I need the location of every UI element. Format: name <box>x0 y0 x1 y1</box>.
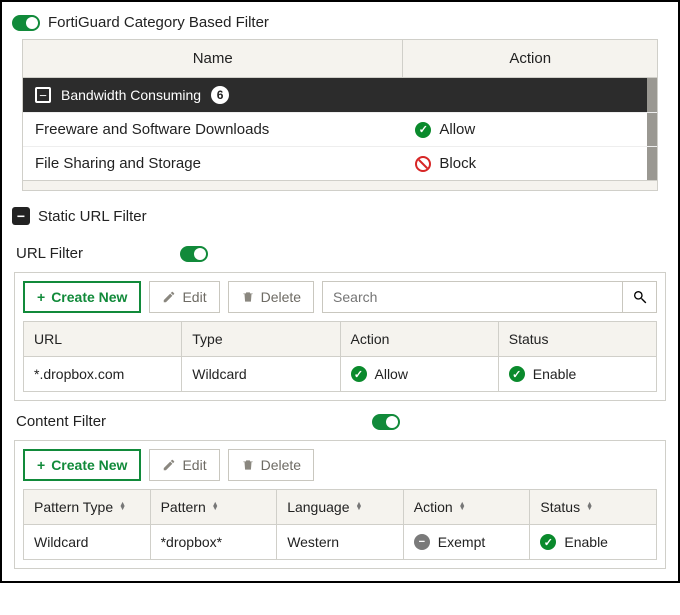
row-action: ✓ Allow <box>403 113 657 146</box>
col-name[interactable]: Name <box>23 40 403 77</box>
fortiguard-table: Name Action − Bandwidth Consuming 6 Free… <box>22 39 658 191</box>
collapse-icon[interactable]: − <box>35 87 51 103</box>
cell-pattern-type: Wildcard <box>24 525 151 560</box>
static-url-title: Static URL Filter <box>38 208 147 225</box>
search-button[interactable] <box>622 282 656 312</box>
edit-button[interactable]: Edit <box>149 449 219 481</box>
url-filter-box: + Create New Edit Delete URL <box>14 272 666 401</box>
content-filter-toolbar: + Create New Edit Delete <box>23 449 657 481</box>
sort-icon: ▲▼ <box>586 503 593 511</box>
collapse-icon[interactable]: − <box>12 207 30 225</box>
col-url[interactable]: URL <box>24 322 182 357</box>
category-group-row[interactable]: − Bandwidth Consuming 6 <box>23 78 657 112</box>
table-footer <box>23 180 657 190</box>
delete-button[interactable]: Delete <box>228 281 314 313</box>
url-filter-toolbar: + Create New Edit Delete <box>23 281 657 313</box>
allow-icon: ✓ <box>415 122 431 138</box>
plus-icon: + <box>37 457 45 473</box>
sort-icon: ▲▼ <box>119 503 126 511</box>
col-action[interactable]: Action▲▼ <box>403 490 530 525</box>
table-row[interactable]: Freeware and Software Downloads ✓ Allow <box>23 112 657 146</box>
search-wrap <box>322 281 657 313</box>
pencil-icon <box>162 290 176 304</box>
fortiguard-section-header: FortiGuard Category Based Filter <box>12 10 668 39</box>
block-icon <box>415 156 431 172</box>
table-row[interactable]: Wildcard *dropbox* Western − Exempt ✓ En… <box>24 525 657 560</box>
sort-icon: ▲▼ <box>355 503 362 511</box>
url-filter-table: URL Type Action Status *.dropbox.com Wil… <box>23 321 657 392</box>
enable-icon: ✓ <box>540 534 556 550</box>
scrollbar-thumb[interactable] <box>647 78 657 112</box>
scrollbar-thumb[interactable] <box>647 147 657 180</box>
cell-type: Wildcard <box>182 357 340 392</box>
content-filter-header: Content Filter <box>12 401 668 440</box>
table-row[interactable]: *.dropbox.com Wildcard ✓ Allow ✓ Enable <box>24 357 657 392</box>
pencil-icon <box>162 458 176 472</box>
fortiguard-title: FortiGuard Category Based Filter <box>48 14 269 31</box>
trash-icon <box>241 290 255 304</box>
enable-icon: ✓ <box>509 366 525 382</box>
col-action[interactable]: Action <box>340 322 498 357</box>
row-name: File Sharing and Storage <box>23 147 403 180</box>
content-filter-box: + Create New Edit Delete Pattern Type▲▼ <box>14 440 666 569</box>
content-filter-toggle[interactable] <box>372 414 400 430</box>
col-status[interactable]: Status▲▼ <box>530 490 657 525</box>
cell-pattern: *dropbox* <box>150 525 277 560</box>
col-action[interactable]: Action <box>403 40 657 77</box>
trash-icon <box>241 458 255 472</box>
cell-status: ✓ Enable <box>530 525 657 560</box>
create-new-button[interactable]: + Create New <box>23 281 141 313</box>
col-pattern-type[interactable]: Pattern Type▲▼ <box>24 490 151 525</box>
col-language[interactable]: Language▲▼ <box>277 490 404 525</box>
delete-button[interactable]: Delete <box>228 449 314 481</box>
edit-button[interactable]: Edit <box>149 281 219 313</box>
url-filter-toggle[interactable] <box>180 246 208 262</box>
fortiguard-toggle[interactable] <box>12 15 40 31</box>
sort-icon: ▲▼ <box>212 503 219 511</box>
cell-action: ✓ Allow <box>340 357 498 392</box>
cell-action: − Exempt <box>403 525 530 560</box>
exempt-icon: − <box>414 534 430 550</box>
col-type[interactable]: Type <box>182 322 340 357</box>
content-filter-label: Content Filter <box>16 413 372 430</box>
scrollbar-thumb[interactable] <box>647 113 657 146</box>
col-status[interactable]: Status <box>498 322 656 357</box>
fortiguard-table-head: Name Action <box>23 40 657 78</box>
row-name: Freeware and Software Downloads <box>23 113 403 146</box>
allow-icon: ✓ <box>351 366 367 382</box>
url-filter-header: URL Filter <box>12 233 668 272</box>
table-row[interactable]: File Sharing and Storage Block <box>23 146 657 180</box>
sort-icon: ▲▼ <box>459 503 466 511</box>
url-filter-label: URL Filter <box>16 245 156 262</box>
cell-url: *.dropbox.com <box>24 357 182 392</box>
create-new-button[interactable]: + Create New <box>23 449 141 481</box>
col-pattern[interactable]: Pattern▲▼ <box>150 490 277 525</box>
search-icon <box>632 289 648 305</box>
group-label: Bandwidth Consuming <box>61 87 201 103</box>
plus-icon: + <box>37 289 45 305</box>
cell-status: ✓ Enable <box>498 357 656 392</box>
static-url-section-header: − Static URL Filter <box>12 191 668 233</box>
content-filter-table: Pattern Type▲▼ Pattern▲▼ Language▲▼ Acti… <box>23 489 657 560</box>
cell-language: Western <box>277 525 404 560</box>
group-count: 6 <box>211 86 229 104</box>
row-action: Block <box>403 147 657 180</box>
search-input[interactable] <box>323 282 622 312</box>
